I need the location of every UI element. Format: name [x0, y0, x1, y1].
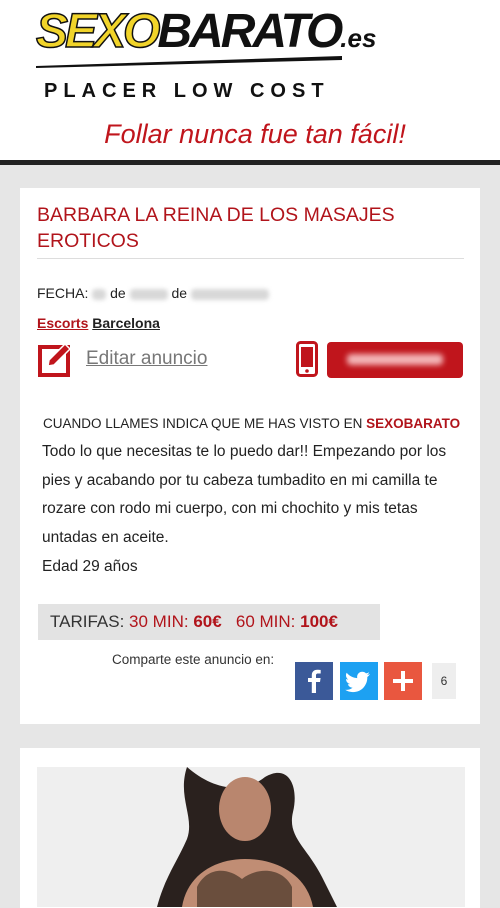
twitter-share-button[interactable]	[340, 662, 378, 700]
share-label: Comparte este anuncio en:	[112, 652, 275, 667]
listing-title: BARBARA LA REINA DE LOS MASAJES EROTICOS	[37, 204, 395, 252]
city-link[interactable]: Barcelona	[92, 315, 160, 331]
rate-price: 60€	[193, 612, 222, 631]
plus-icon	[393, 671, 413, 691]
rates-box: TARIFAS: 30 MIN: 60€ 60 MIN: 100€	[38, 604, 380, 640]
listing-description: Todo lo que necesitas te lo puedo dar!! …	[42, 443, 447, 546]
category-link[interactable]: Escorts	[37, 315, 88, 331]
more-share-button[interactable]	[384, 662, 422, 700]
rate-time: 60 MIN:	[235, 612, 296, 631]
listing-photo[interactable]	[37, 767, 465, 907]
photo-image	[37, 767, 465, 907]
listing-date: FECHA: de de	[37, 285, 269, 301]
facebook-icon	[308, 669, 321, 693]
site-logo[interactable]: SEXOBARATO.es	[35, 4, 376, 74]
logo-part-sexo: SEXO	[35, 4, 161, 59]
listing-age: Edad 29 años	[42, 558, 138, 575]
edit-listing-link[interactable]: Editar anuncio	[86, 348, 207, 370]
listing-card: BARBARA LA REINA DE LOS MASAJES EROTICOS…	[20, 188, 480, 724]
date-label: FECHA:	[37, 285, 89, 301]
divider	[37, 258, 464, 259]
slogan: Follar nunca fue tan fácil!	[104, 119, 406, 149]
logo-part-barato: BARATO	[157, 5, 343, 58]
photo-card	[20, 748, 480, 908]
redacted-day	[92, 288, 107, 300]
edit-icon[interactable]	[38, 341, 72, 377]
tagline: PLACER LOW COST	[44, 80, 330, 102]
rates-label: TARIFAS:	[50, 612, 125, 631]
redacted-month	[129, 288, 168, 300]
redacted-year-time	[190, 288, 269, 300]
date-de: de	[110, 285, 126, 301]
rate-time: 30 MIN:	[129, 612, 189, 631]
phone-icon	[296, 341, 318, 377]
call-note: CUANDO LLAMES INDICA QUE ME HAS VISTO EN…	[43, 416, 460, 431]
site-header: SEXOBARATO.es PLACER LOW COST Follar nun…	[0, 0, 500, 165]
call-note-brand: SEXOBARATO	[366, 416, 461, 431]
facebook-share-button[interactable]	[295, 662, 333, 700]
call-phone-button[interactable]	[327, 342, 463, 378]
logo-part-es: .es	[340, 23, 377, 53]
category-breadcrumb: Escorts Barcelona	[37, 315, 160, 331]
call-note-text: CUANDO LLAMES INDICA QUE ME HAS VISTO EN	[43, 416, 363, 431]
share-count: 6	[432, 663, 456, 699]
logo-swoosh	[36, 56, 342, 68]
date-de: de	[171, 285, 188, 301]
twitter-icon	[345, 671, 370, 693]
rate-price: 100€	[300, 612, 338, 631]
redacted-phone-number	[347, 354, 443, 365]
